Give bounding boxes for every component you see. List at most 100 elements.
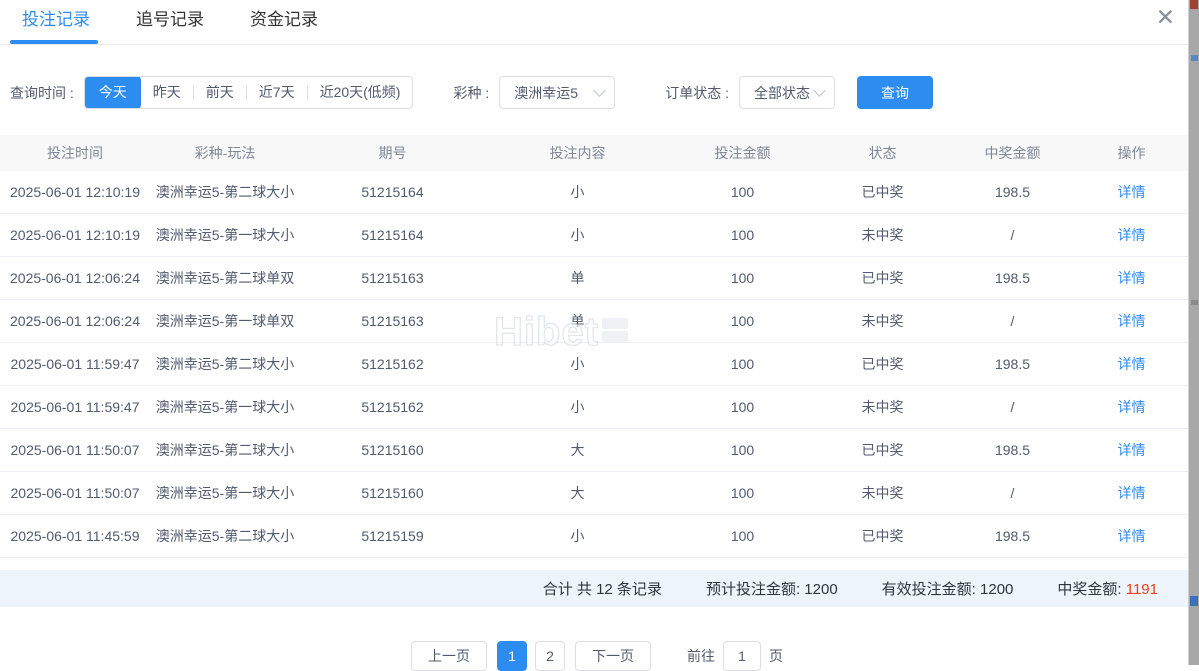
- table-header-row: 投注时间 彩种-玩法 期号 投注内容 投注金额 状态 中奖金额 操作: [0, 135, 1188, 171]
- table-row: 2025-06-01 12:10:19 澳洲幸运5-第二球大小 51215164 小 1…: [0, 171, 1188, 214]
- cell-issue-number: 51215164: [300, 171, 485, 214]
- cell-prize-amount: 198.5: [950, 428, 1075, 472]
- cell-action: 详情: [1075, 256, 1188, 300]
- cell-action: 详情: [1075, 213, 1188, 257]
- detail-link[interactable]: 详情: [1118, 270, 1146, 286]
- cell-issue-number: 51215163: [300, 256, 485, 300]
- cell-bet-amount: 100: [670, 428, 815, 472]
- cell-bet-amount: 100: [670, 299, 815, 343]
- cell-bet-amount: 100: [670, 471, 815, 515]
- tab-bar: 投注记录 追号记录 资金记录: [0, 0, 1188, 45]
- close-icon[interactable]: ✕: [1156, 6, 1175, 29]
- page-number-list: 12: [493, 641, 569, 671]
- strip-fragment: [1190, 596, 1198, 606]
- column-header: 彩种-玩法: [150, 135, 300, 171]
- table-row: 2025-06-01 11:50:07 澳洲幸运5-第二球大小 51215160 大 1…: [0, 428, 1188, 472]
- next-page-button[interactable]: 下一页: [575, 641, 651, 671]
- chevron-down-icon: [813, 84, 826, 97]
- detail-link[interactable]: 详情: [1118, 227, 1146, 243]
- cell-action: 详情: [1075, 514, 1188, 558]
- cell-bet-content: 小: [485, 385, 670, 429]
- page-button-2[interactable]: 2: [535, 641, 565, 671]
- search-button[interactable]: 查询: [857, 76, 934, 109]
- cell-status: 已中奖: [815, 342, 950, 386]
- cell-action: 详情: [1075, 342, 1188, 386]
- cell-bet-time: 2025-06-01 12:10:19: [0, 171, 150, 214]
- time-range-group: 今天 昨天 前天 近7天 近20天(低频): [83, 76, 414, 109]
- cell-bet-content: 小: [485, 342, 670, 386]
- cell-game-play: 澳洲幸运5-第一球大小: [150, 385, 300, 429]
- summary-expected-amount: 预计投注金额: 1200: [706, 578, 838, 599]
- cell-prize-amount: /: [950, 213, 1075, 257]
- bet-records-table: 投注时间 彩种-玩法 期号 投注内容 投注金额 状态 中奖金额 操作 2025-06-01 1…: [0, 135, 1188, 601]
- summary-prize-amount: 中奖金额: 1191: [1057, 578, 1158, 599]
- detail-link[interactable]: 详情: [1118, 313, 1146, 329]
- table-row: 2025-06-01 11:45:59 澳洲幸运5-第二球大小 51215159 小 1…: [0, 514, 1188, 558]
- cell-status: 未中奖: [815, 299, 950, 343]
- prev-page-button[interactable]: 上一页: [411, 641, 487, 671]
- detail-link[interactable]: 详情: [1118, 485, 1146, 501]
- tab-chase-records[interactable]: 追号记录: [136, 0, 204, 45]
- tab-betting-records[interactable]: 投注记录: [10, 0, 98, 45]
- cell-bet-content: 小: [485, 213, 670, 257]
- cell-game-play: 澳洲幸运5-第二球大小: [150, 171, 300, 214]
- time-option-2[interactable]: 前天: [194, 77, 246, 108]
- column-header: 操作: [1075, 135, 1188, 171]
- detail-link[interactable]: 详情: [1118, 184, 1146, 200]
- cell-issue-number: 51215159: [300, 514, 485, 558]
- cell-issue-number: 51215163: [300, 299, 485, 343]
- order-status-select[interactable]: 全部状态: [739, 76, 836, 109]
- cell-status: 已中奖: [815, 256, 950, 300]
- cell-bet-content: 单: [485, 299, 670, 343]
- cell-bet-time: 2025-06-01 12:06:24: [0, 299, 150, 343]
- cell-prize-amount: /: [950, 471, 1075, 515]
- summary-valid-amount: 有效投注金额: 1200: [882, 578, 1014, 599]
- pagination: 上一页 12 下一页 前往 页: [0, 641, 1188, 671]
- detail-link[interactable]: 详情: [1118, 356, 1146, 372]
- cell-bet-amount: 100: [670, 171, 815, 214]
- goto-page-group: 前往 页: [687, 641, 783, 671]
- cell-game-play: 澳洲幸运5-第二球单双: [150, 256, 300, 300]
- cell-bet-time: 2025-06-01 12:06:24: [0, 256, 150, 300]
- goto-page-input[interactable]: [723, 641, 761, 671]
- strip-fragment: [1191, 300, 1198, 305]
- column-header: 投注时间: [0, 135, 150, 171]
- cell-bet-time: 2025-06-01 11:50:07: [0, 428, 150, 472]
- cell-issue-number: 51215162: [300, 385, 485, 429]
- summary-expected-label: 预计投注金额:: [705, 581, 801, 598]
- chevron-down-icon: [593, 84, 607, 97]
- lottery-select[interactable]: 澳洲幸运5: [499, 76, 616, 109]
- goto-label: 前往: [687, 648, 715, 664]
- summary-prize-label: 中奖金额:: [1057, 581, 1122, 598]
- time-option-4[interactable]: 近20天(低频): [308, 77, 413, 108]
- cell-bet-content: 小: [485, 171, 670, 214]
- page-button-1[interactable]: 1: [497, 641, 527, 671]
- cell-game-play: 澳洲幸运5-第二球大小: [150, 342, 300, 386]
- time-option-3[interactable]: 近7天: [247, 77, 307, 108]
- right-edge-scroll-strip[interactable]: [1188, 0, 1199, 665]
- tab-funds-records[interactable]: 资金记录: [250, 0, 318, 45]
- cell-bet-amount: 100: [670, 385, 815, 429]
- cell-bet-amount: 100: [670, 342, 815, 386]
- cell-bet-amount: 100: [670, 256, 815, 300]
- cell-bet-time: 2025-06-01 11:59:47: [0, 385, 150, 429]
- cell-bet-content: 小: [485, 514, 670, 558]
- cell-bet-time: 2025-06-01 11:45:59: [0, 514, 150, 558]
- cell-bet-content: 单: [485, 256, 670, 300]
- summary-bar: 合计 共 12 条记录 预计投注金额: 1200 有效投注金额: 1200 中奖…: [0, 570, 1188, 607]
- strip-fragment: [1190, 0, 1198, 9]
- detail-link[interactable]: 详情: [1118, 528, 1146, 544]
- column-header: 投注金额: [670, 135, 815, 171]
- cell-action: 详情: [1075, 299, 1188, 343]
- cell-game-play: 澳洲幸运5-第一球大小: [150, 471, 300, 515]
- time-option-0[interactable]: 今天: [84, 77, 141, 108]
- cell-action: 详情: [1075, 428, 1188, 472]
- time-option-1[interactable]: 昨天: [141, 77, 193, 108]
- cell-prize-amount: 198.5: [950, 256, 1075, 300]
- summary-valid-label: 有效投注金额:: [881, 581, 976, 598]
- cell-bet-content: 大: [485, 471, 670, 515]
- column-header: 中奖金额: [950, 135, 1075, 171]
- table-row: 2025-06-01 12:06:24 澳洲幸运5-第一球单双 51215163 单 1…: [0, 299, 1188, 343]
- detail-link[interactable]: 详情: [1118, 399, 1146, 415]
- detail-link[interactable]: 详情: [1118, 442, 1146, 458]
